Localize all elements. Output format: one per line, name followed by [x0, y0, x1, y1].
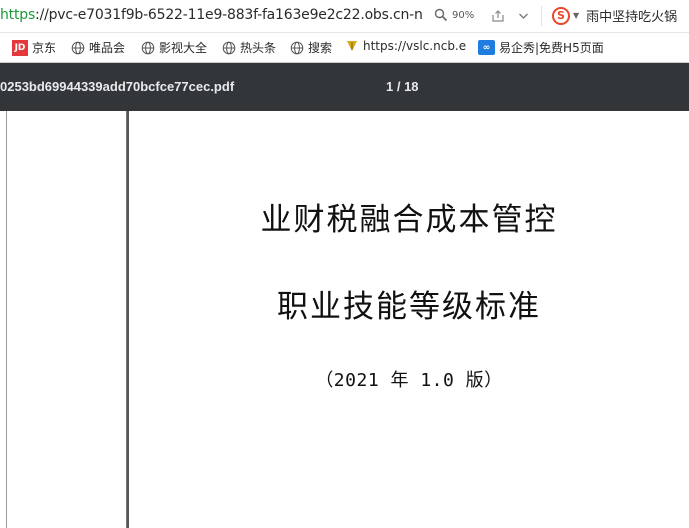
bookmark-yingshi[interactable]: 影视大全: [141, 39, 207, 56]
leaf-icon: [347, 41, 357, 51]
bookmark-label: 唯品会: [89, 41, 126, 55]
toolbar-divider: [541, 6, 542, 26]
globe-icon: [71, 41, 85, 54]
globe-icon: [141, 41, 155, 54]
share-icon[interactable]: [491, 9, 505, 23]
bookmark-label: 影视大全: [159, 41, 208, 55]
bookmark-yiqixiu[interactable]: ∞ 易企秀|免费H5页面: [478, 39, 604, 56]
bookmark-label: 易企秀|免费H5页面: [499, 41, 604, 55]
bookmarks-bar: JD 京东 唯品会 影视大全 热头条 搜索 https://vslc.ncb.e…: [0, 33, 689, 63]
hot-search-suggestion[interactable]: 雨中坚持吃火锅: [586, 6, 677, 25]
thumbnail-panel[interactable]: [0, 111, 127, 528]
pdf-toolbar: 0253bd69944339add70bcfce77cec.pdf 1 / 18: [0, 63, 689, 111]
document-subtitle: 职业技能等级标准: [277, 289, 541, 325]
sogou-logo-icon: S: [552, 6, 570, 25]
address-bar: https://pvc-e7031f9b-6522-11e9-883f-fa16…: [0, 0, 689, 33]
bookmark-label: 搜索: [308, 41, 333, 55]
chevron-down-icon[interactable]: [518, 11, 529, 21]
search-engine-selector[interactable]: S ▼ 雨中坚持吃火锅: [552, 6, 677, 25]
pdf-page: 业财税融合成本管控 职业技能等级标准 （2021 年 1.0 版）: [129, 111, 689, 528]
magnifier-icon: [434, 8, 448, 22]
bookmark-label: 热头条: [240, 41, 277, 55]
page-counter[interactable]: 1 / 18: [386, 79, 419, 94]
zoom-control[interactable]: 90%: [434, 8, 474, 22]
yiqixiu-icon: ∞: [478, 40, 495, 55]
pdf-filename: 0253bd69944339add70bcfce77cec.pdf: [0, 79, 235, 94]
bookmark-label: https://vslc.ncb.e: [363, 39, 467, 53]
panel-divider: [6, 111, 7, 528]
document-version: （2021 年 1.0 版）: [315, 370, 503, 391]
bookmark-vip[interactable]: 唯品会: [71, 39, 125, 56]
zoom-level: 90%: [452, 9, 475, 21]
globe-icon: [222, 41, 236, 54]
pdf-viewer[interactable]: 业财税融合成本管控 职业技能等级标准 （2021 年 1.0 版）: [0, 111, 689, 528]
bookmark-label: 京东: [32, 41, 57, 55]
globe-icon: [290, 41, 304, 54]
url-field[interactable]: https://pvc-e7031f9b-6522-11e9-883f-fa16…: [0, 7, 423, 23]
bookmark-jd[interactable]: JD 京东: [12, 39, 56, 56]
jd-logo-icon: JD: [12, 39, 28, 56]
bookmark-vslc[interactable]: https://vslc.ncb.e: [345, 39, 466, 53]
bookmark-toutiao[interactable]: 热头条: [222, 39, 276, 56]
url-scheme: https: [0, 7, 36, 23]
caret-down-icon: ▼: [573, 11, 580, 20]
bookmark-search[interactable]: 搜索: [290, 39, 332, 56]
document-title: 业财税融合成本管控: [260, 202, 558, 238]
url-text: ://pvc-e7031f9b-6522-11e9-883f-fa163e9e2…: [35, 7, 423, 23]
